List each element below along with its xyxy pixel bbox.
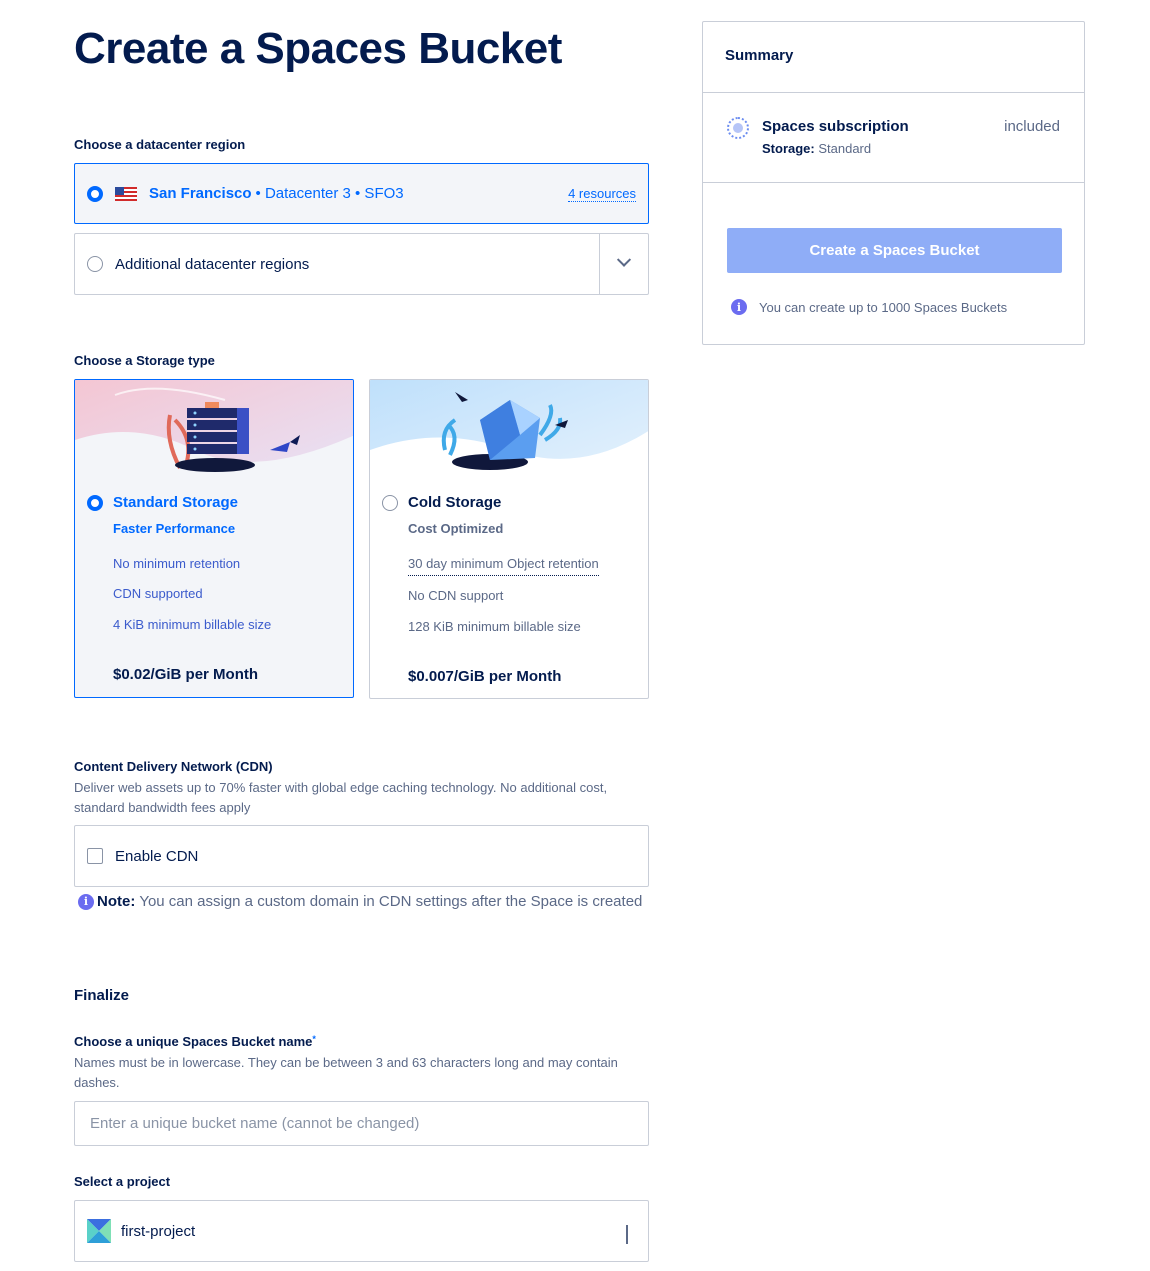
bucket-name-label: Choose a unique Spaces Bucket name*: [74, 1034, 316, 1049]
bucket-name-label-text: Choose a unique Spaces Bucket name: [74, 1034, 313, 1049]
standard-storage-illustration: [75, 380, 353, 485]
project-select[interactable]: first-project: [74, 1200, 649, 1262]
summary-line-item: Spaces subscription Storage: Standard in…: [703, 93, 1084, 183]
enable-cdn-checkbox[interactable]: [87, 848, 103, 864]
standard-feature-billable: 4 KiB minimum billable size: [113, 617, 272, 632]
enable-cdn-label: Enable CDN: [115, 847, 199, 865]
summary-heading: Summary: [703, 22, 1084, 93]
resources-link[interactable]: 4 resources: [568, 186, 636, 202]
summary-panel: Summary Spaces subscription Storage: Sta…: [702, 21, 1085, 345]
standard-storage-price: $0.02/GiB per Month: [113, 666, 259, 683]
region-option-sfo3[interactable]: San Francisco • Datacenter 3 • SFO3 4 re…: [74, 163, 649, 224]
standard-storage-title: Standard Storage: [113, 494, 239, 511]
standard-feature-retention: No minimum retention: [113, 556, 241, 571]
required-mark: *: [312, 1034, 316, 1044]
summary-item-detail: Storage: Standard: [762, 141, 871, 156]
cold-feature-cdn: No CDN support: [408, 588, 504, 603]
spaces-icon: [727, 117, 749, 139]
additional-regions-label: Additional datacenter regions: [115, 255, 310, 273]
info-icon: i: [78, 893, 94, 910]
region-section-label: Choose a datacenter region: [74, 137, 246, 152]
region-meta: • Datacenter 3 • SFO3: [255, 185, 404, 202]
chevron-down-icon: [626, 1225, 628, 1244]
region-radio-additional[interactable]: [87, 256, 103, 272]
page-title: Create a Spaces Bucket: [74, 24, 562, 73]
cold-feature-billable: 128 KiB minimum billable size: [408, 619, 581, 634]
summary-item-price: included: [1004, 118, 1060, 135]
project-dropdown-toggle[interactable]: [626, 1225, 628, 1244]
create-bucket-button[interactable]: Create a Spaces Bucket: [727, 228, 1062, 273]
storage-section-label: Choose a Storage type: [74, 353, 215, 368]
cold-storage-title: Cold Storage: [408, 494, 502, 511]
cold-storage-price: $0.007/GiB per Month: [408, 668, 562, 685]
finalize-heading: Finalize: [74, 987, 130, 1004]
additional-regions-toggle[interactable]: [599, 234, 648, 294]
region-radio-selected[interactable]: [87, 185, 103, 202]
standard-feature-cdn: CDN supported: [113, 586, 203, 601]
cold-storage-radio[interactable]: [382, 494, 398, 511]
project-icon: [87, 1219, 111, 1243]
cold-feature-retention[interactable]: 30 day minimum Object retention: [408, 556, 599, 576]
bucket-name-help: Names must be in lowercase. They can be …: [74, 1055, 618, 1090]
cold-storage-illustration: [370, 380, 648, 485]
info-icon: i: [731, 299, 747, 315]
cdn-note: i Note: You can assign a custom domain i…: [78, 893, 642, 910]
project-label: Select a project: [74, 1174, 171, 1189]
storage-card-cold[interactable]: Cold Storage Cost Optimized 30 day minim…: [369, 379, 649, 699]
storage-card-standard[interactable]: Standard Storage Faster Performance No m…: [74, 379, 354, 698]
cold-storage-subtitle: Cost Optimized: [408, 521, 504, 536]
summary-detail-value: Standard: [818, 141, 872, 156]
bucket-limit-note: i You can create up to 1000 Spaces Bucke…: [731, 299, 1007, 315]
standard-storage-radio[interactable]: [87, 494, 103, 511]
standard-storage-subtitle: Faster Performance: [113, 521, 236, 536]
enable-cdn-option[interactable]: Enable CDN: [74, 825, 649, 887]
additional-regions-dropdown[interactable]: Additional datacenter regions: [74, 233, 649, 295]
note-prefix: Note:: [97, 893, 136, 910]
summary-item-title: Spaces subscription: [762, 118, 909, 135]
cdn-heading: Content Delivery Network (CDN): [74, 759, 273, 774]
bucket-name-input[interactable]: [74, 1101, 649, 1146]
cdn-description: Deliver web assets up to 70% faster with…: [74, 780, 608, 815]
note-text: You can assign a custom domain in CDN se…: [139, 893, 643, 910]
bucket-limit-text: You can create up to 1000 Spaces Buckets: [759, 299, 1008, 315]
project-value: first-project: [121, 1222, 196, 1240]
chevron-down-icon: [616, 252, 632, 267]
summary-detail-label: Storage:: [762, 141, 815, 156]
us-flag-icon: [115, 186, 137, 201]
region-name: San Francisco: [149, 185, 252, 202]
